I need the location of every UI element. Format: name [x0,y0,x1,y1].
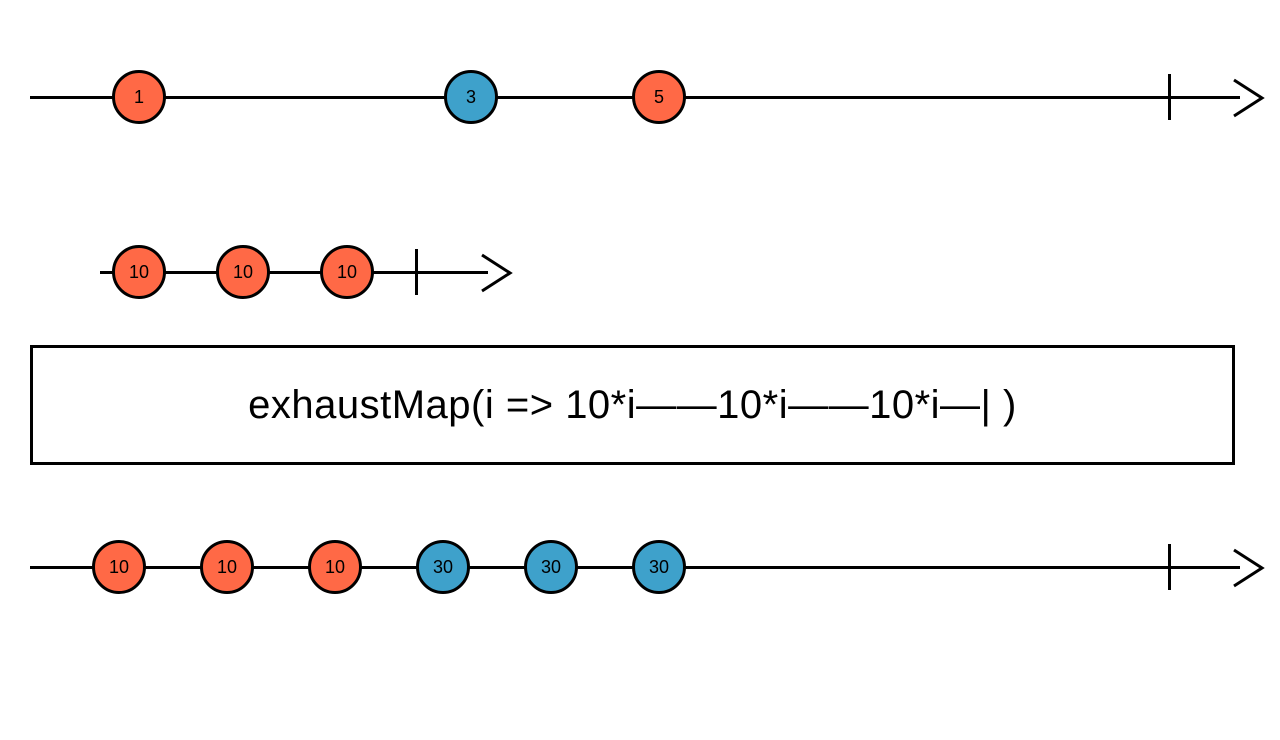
marble-label: 10 [109,557,129,578]
output-marble-3: 10 [308,540,362,594]
inner-marble-b: 10 [216,245,270,299]
input-arrowhead [1232,78,1266,118]
marble-label: 30 [541,557,561,578]
inner-marble-c: 10 [320,245,374,299]
inner-arrowhead [480,253,514,293]
operator-label: exhaustMap(i => 10*i——10*i——10*i—| ) [248,383,1017,428]
inner-marble-a: 10 [112,245,166,299]
marble-label: 10 [337,262,357,283]
marble-label: 5 [654,87,664,108]
marble-label: 10 [233,262,253,283]
marble-label: 30 [433,557,453,578]
output-marble-1: 10 [92,540,146,594]
output-marble-4: 30 [416,540,470,594]
inner-complete-tick [415,249,418,295]
input-marble-3: 3 [444,70,498,124]
output-marble-5: 30 [524,540,578,594]
output-complete-tick [1168,544,1171,590]
marble-label: 1 [134,87,144,108]
input-marble-5: 5 [632,70,686,124]
output-arrowhead [1232,548,1266,588]
input-complete-tick [1168,74,1171,120]
operator-box: exhaustMap(i => 10*i——10*i——10*i—| ) [30,345,1235,465]
marble-label: 10 [325,557,345,578]
marble-label: 3 [466,87,476,108]
marble-label: 10 [217,557,237,578]
output-marble-2: 10 [200,540,254,594]
marble-label: 10 [129,262,149,283]
marble-label: 30 [649,557,669,578]
input-marble-1: 1 [112,70,166,124]
marble-diagram: 1 3 5 10 10 10 exhaustMap(i => 10*i——10*… [0,0,1280,740]
output-marble-6: 30 [632,540,686,594]
